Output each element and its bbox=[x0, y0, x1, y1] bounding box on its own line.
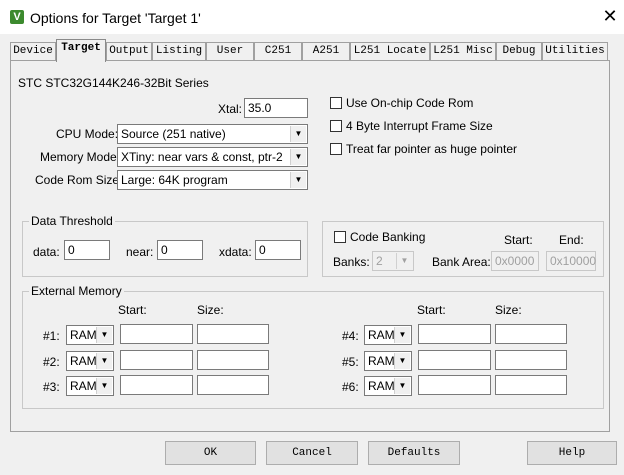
on-chip-code-rom-label: Use On-chip Code Rom bbox=[346, 96, 474, 110]
chevron-down-icon: ▼ bbox=[394, 378, 410, 394]
bank-end-label: End: bbox=[559, 233, 584, 247]
xtal-input[interactable]: 35.0 bbox=[244, 98, 308, 118]
tab-target[interactable]: Target bbox=[56, 39, 106, 62]
cpu-mode-select[interactable]: Source (251 native) ▼ bbox=[117, 124, 308, 144]
four-byte-interrupt-checkbox[interactable] bbox=[330, 120, 342, 132]
code-rom-size-select[interactable]: Large: 64K program ▼ bbox=[117, 170, 308, 190]
ext-row-label-2: #2: bbox=[43, 355, 60, 369]
ext-size-label-right: Size: bbox=[495, 303, 522, 317]
ext-start-input-2[interactable] bbox=[120, 350, 193, 370]
help-button[interactable]: Help bbox=[527, 441, 617, 465]
ext-type-select-3[interactable]: RAM ▼ bbox=[66, 376, 114, 396]
ext-type-value-2: RAM bbox=[70, 354, 97, 368]
bank-area-label: Bank Area: bbox=[432, 255, 491, 269]
ext-start-input-6[interactable] bbox=[418, 375, 491, 395]
ext-row-label-6: #6: bbox=[342, 380, 359, 394]
code-banking-label: Code Banking bbox=[350, 230, 426, 244]
memory-model-label: Memory Model: bbox=[40, 150, 123, 164]
chevron-down-icon: ▼ bbox=[394, 353, 410, 369]
chevron-down-icon: ▼ bbox=[394, 327, 410, 343]
xdata-label: xdata: bbox=[219, 245, 252, 259]
ext-size-input-1[interactable] bbox=[197, 324, 269, 344]
bank-start-input[interactable]: 0x0000 bbox=[491, 251, 539, 271]
close-icon[interactable]: ✕ bbox=[600, 6, 620, 26]
ext-size-input-5[interactable] bbox=[495, 350, 567, 370]
tab-listing[interactable]: Listing bbox=[152, 42, 206, 60]
app-icon: V bbox=[10, 10, 24, 24]
near-label: near: bbox=[126, 245, 154, 259]
tab-debug[interactable]: Debug bbox=[496, 42, 542, 60]
xdata-input[interactable]: 0 bbox=[255, 240, 301, 260]
ext-type-select-6[interactable]: RAM ▼ bbox=[364, 376, 412, 396]
code-banking-checkbox[interactable] bbox=[334, 231, 346, 243]
banks-value: 2 bbox=[376, 254, 383, 268]
tab-l251-locate[interactable]: L251 Locate bbox=[350, 42, 430, 60]
ext-start-input-1[interactable] bbox=[120, 324, 193, 344]
chevron-down-icon: ▼ bbox=[96, 378, 112, 394]
ext-type-select-5[interactable]: RAM ▼ bbox=[364, 351, 412, 371]
far-pointer-huge-label: Treat far pointer as huge pointer bbox=[346, 142, 517, 156]
tab-utilities[interactable]: Utilities bbox=[542, 42, 608, 60]
ext-type-value-6: RAM bbox=[368, 379, 395, 393]
tab-device[interactable]: Device bbox=[10, 42, 56, 60]
ext-type-select-4[interactable]: RAM ▼ bbox=[364, 325, 412, 345]
ext-start-input-5[interactable] bbox=[418, 350, 491, 370]
tab-c251[interactable]: C251 bbox=[254, 42, 302, 60]
ok-button[interactable]: OK bbox=[165, 441, 256, 465]
four-byte-interrupt-label: 4 Byte Interrupt Frame Size bbox=[346, 119, 493, 133]
tab-l251-misc[interactable]: L251 Misc bbox=[430, 42, 496, 60]
ext-size-input-3[interactable] bbox=[197, 375, 269, 395]
ext-row-label-1: #1: bbox=[43, 329, 60, 343]
ext-type-value-1: RAM bbox=[70, 328, 97, 342]
window-title: Options for Target 'Target 1' bbox=[30, 10, 201, 26]
cpu-mode-label: CPU Mode: bbox=[56, 127, 119, 141]
chevron-down-icon: ▼ bbox=[396, 253, 412, 269]
data-input[interactable]: 0 bbox=[64, 240, 110, 260]
ext-type-select-1[interactable]: RAM ▼ bbox=[66, 325, 114, 345]
ext-size-input-6[interactable] bbox=[495, 375, 567, 395]
code-rom-size-value: Large: 64K program bbox=[121, 173, 228, 187]
chevron-down-icon: ▼ bbox=[290, 126, 306, 142]
far-pointer-huge-checkbox[interactable] bbox=[330, 143, 342, 155]
banks-label: Banks: bbox=[333, 255, 370, 269]
ext-type-value-4: RAM bbox=[368, 328, 395, 342]
tab-user[interactable]: User bbox=[206, 42, 254, 60]
ext-size-input-2[interactable] bbox=[197, 350, 269, 370]
memory-model-select[interactable]: XTiny: near vars & const, ptr-2 ▼ bbox=[117, 147, 308, 167]
bank-end-input[interactable]: 0x10000 bbox=[546, 251, 596, 271]
chevron-down-icon: ▼ bbox=[96, 327, 112, 343]
external-memory-title: External Memory bbox=[29, 284, 124, 298]
ext-start-input-3[interactable] bbox=[120, 375, 193, 395]
ext-start-input-4[interactable] bbox=[418, 324, 491, 344]
xtal-label: Xtal: bbox=[218, 102, 243, 116]
banks-select[interactable]: 2 ▼ bbox=[372, 251, 414, 271]
tab-output[interactable]: Output bbox=[106, 42, 152, 60]
data-label: data: bbox=[33, 245, 60, 259]
ext-row-label-5: #5: bbox=[342, 355, 359, 369]
memory-model-value: XTiny: near vars & const, ptr-2 bbox=[121, 150, 283, 164]
tab-a251[interactable]: A251 bbox=[302, 42, 350, 60]
ext-size-input-4[interactable] bbox=[495, 324, 567, 344]
ext-type-select-2[interactable]: RAM ▼ bbox=[66, 351, 114, 371]
chevron-down-icon: ▼ bbox=[96, 353, 112, 369]
on-chip-code-rom-checkbox[interactable] bbox=[330, 97, 342, 109]
ext-start-label-right: Start: bbox=[417, 303, 446, 317]
chevron-down-icon: ▼ bbox=[290, 172, 306, 188]
ext-row-label-3: #3: bbox=[43, 380, 60, 394]
ext-start-label-left: Start: bbox=[118, 303, 147, 317]
ext-size-label-left: Size: bbox=[197, 303, 224, 317]
cancel-button[interactable]: Cancel bbox=[266, 441, 358, 465]
chevron-down-icon: ▼ bbox=[290, 149, 306, 165]
ext-type-value-3: RAM bbox=[70, 379, 97, 393]
device-name: STC STC32G144K246-32Bit Series bbox=[18, 76, 209, 90]
ext-row-label-4: #4: bbox=[342, 329, 359, 343]
bank-start-label: Start: bbox=[504, 233, 533, 247]
ext-type-value-5: RAM bbox=[368, 354, 395, 368]
data-threshold-title: Data Threshold bbox=[29, 214, 115, 228]
defaults-button[interactable]: Defaults bbox=[368, 441, 460, 465]
near-input[interactable]: 0 bbox=[157, 240, 203, 260]
cpu-mode-value: Source (251 native) bbox=[121, 127, 226, 141]
code-rom-size-label: Code Rom Size: bbox=[35, 173, 123, 187]
